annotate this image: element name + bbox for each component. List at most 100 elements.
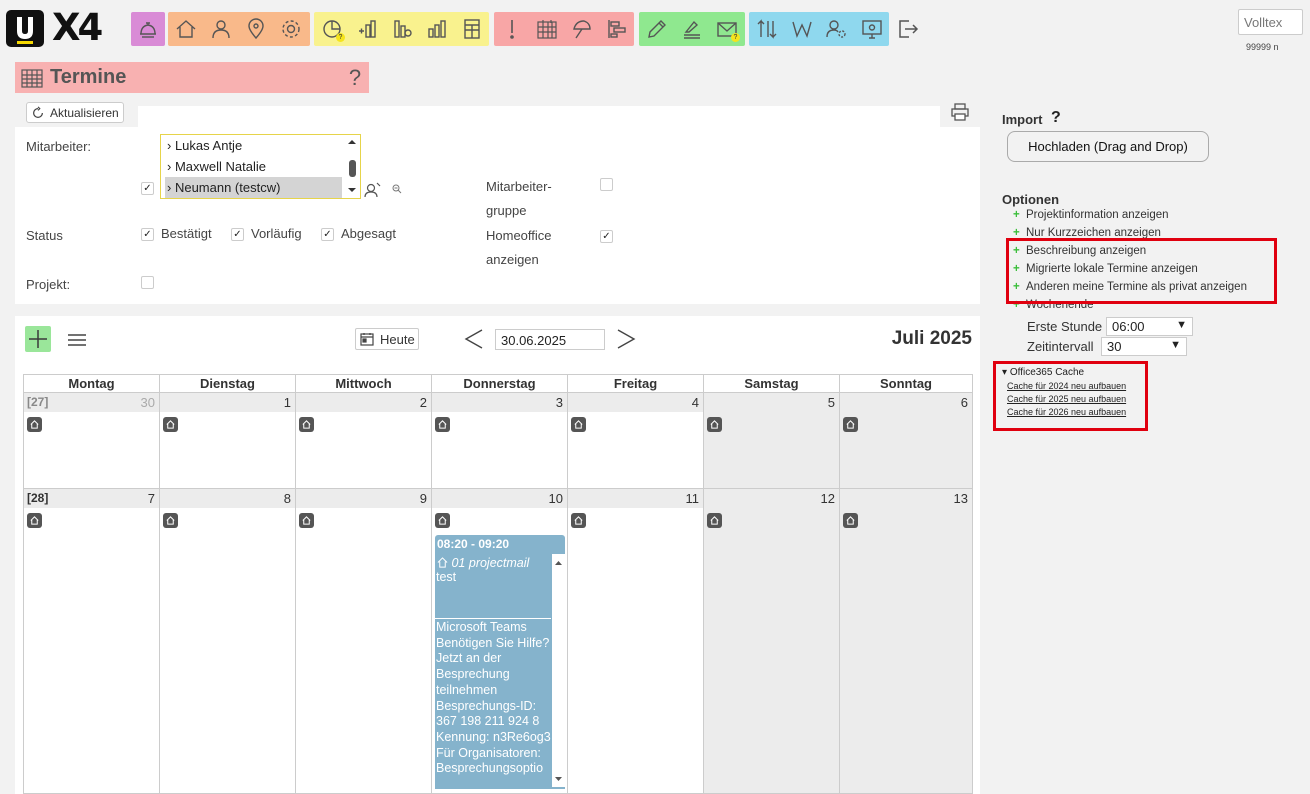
bar-chart-icon[interactable] [419, 12, 454, 46]
pencil-icon[interactable] [639, 12, 674, 46]
option-project-info[interactable]: + Projektinformation anzeigen [1013, 209, 1169, 221]
homeoffice-icon[interactable] [571, 417, 586, 432]
add-appointment-button[interactable] [25, 326, 51, 352]
day-number[interactable]: 4 [692, 395, 699, 410]
toolbar-group-time [494, 12, 634, 46]
pie-chart-icon[interactable]: ? [314, 12, 349, 46]
umbrella-icon[interactable] [564, 12, 599, 46]
interval-select[interactable]: 30 ▼ [1101, 337, 1187, 356]
print-icon[interactable] [950, 103, 970, 121]
calendar-grid-icon[interactable] [529, 12, 564, 46]
day-number[interactable]: 1 [284, 395, 291, 410]
day-cell[interactable]: 11 [568, 489, 704, 794]
week-number[interactable]: [27] [27, 395, 48, 409]
homeoffice-icon[interactable] [843, 417, 858, 432]
exclamation-icon[interactable] [494, 12, 529, 46]
event-scrollbar[interactable] [552, 554, 565, 787]
employee-listbox[interactable]: › Lukas Antje › Maxwell Natalie › Neuman… [160, 134, 361, 199]
gantt-icon[interactable] [599, 12, 634, 46]
homeoffice-icon[interactable] [299, 417, 314, 432]
signature-icon[interactable] [674, 12, 709, 46]
day-cell[interactable]: 4 [568, 393, 704, 489]
next-arrow-icon[interactable] [614, 328, 638, 350]
first-hour-select[interactable]: 06:00 ▼ [1106, 317, 1193, 336]
mail-icon[interactable]: ? [709, 12, 744, 46]
day-number[interactable]: 12 [821, 491, 835, 506]
homeoffice-icon[interactable] [435, 417, 450, 432]
day-number[interactable]: 10 [549, 491, 563, 506]
homeoffice-icon[interactable] [843, 513, 858, 528]
homeoffice-icon[interactable] [163, 513, 178, 528]
sort-arrows-icon[interactable] [749, 12, 784, 46]
homeoffice-icon[interactable] [27, 417, 42, 432]
day-cell[interactable]: 1 [160, 393, 296, 489]
day-cell[interactable]: [27] 30 [24, 393, 160, 489]
spreadsheet-icon[interactable] [454, 12, 489, 46]
monitor-icon[interactable] [854, 12, 889, 46]
person-icon[interactable] [203, 12, 238, 46]
appointment-event[interactable]: 08:20 - 09:20 01 projectmail test Micros… [435, 535, 565, 789]
status-confirmed-checkbox[interactable] [141, 228, 154, 241]
import-help-icon[interactable]: ? [1051, 109, 1061, 127]
options-title: Optionen [1002, 192, 1060, 207]
day-number[interactable]: 8 [284, 491, 291, 506]
location-pin-icon[interactable] [238, 12, 273, 46]
highlight-box-options [1006, 238, 1277, 304]
day-number[interactable]: 7 [148, 491, 155, 506]
listbox-scrollbar[interactable] [345, 136, 359, 197]
day-cell[interactable]: 9 [296, 489, 432, 794]
zoom-out-icon[interactable] [392, 184, 402, 194]
upload-button[interactable]: Hochladen (Drag and Drop) [1007, 131, 1209, 162]
day-cell-weekend[interactable]: 13 [840, 489, 973, 794]
day-cell-weekend[interactable]: 6 [840, 393, 973, 489]
day-number[interactable]: 30 [141, 395, 155, 410]
menu-hamburger-icon[interactable] [66, 332, 88, 348]
date-input[interactable]: 30.06.2025 [495, 329, 605, 350]
homeoffice-icon[interactable] [163, 417, 178, 432]
coin-minus-icon[interactable] [384, 12, 419, 46]
today-button[interactable]: Heute [355, 328, 419, 350]
app-logo-u[interactable] [6, 10, 44, 47]
project-checkbox[interactable] [141, 276, 154, 289]
day-number[interactable]: 3 [556, 395, 563, 410]
refresh-button[interactable]: Aktualisieren [26, 102, 124, 123]
homeoffice-icon[interactable] [435, 513, 450, 528]
day-cell[interactable]: 8 [160, 489, 296, 794]
employee-item[interactable]: › Lukas Antje [161, 135, 360, 156]
status-cancelled-checkbox[interactable] [321, 228, 334, 241]
day-cell[interactable]: [28] 7 [24, 489, 160, 794]
homeoffice-icon[interactable] [27, 513, 42, 528]
homeoffice-icon[interactable] [707, 513, 722, 528]
day-number[interactable]: 6 [961, 395, 968, 410]
logout-icon[interactable] [892, 12, 924, 46]
day-cell-weekend[interactable]: 5 [704, 393, 840, 489]
day-cell-weekend[interactable]: 12 [704, 489, 840, 794]
word-w-icon[interactable] [784, 12, 819, 46]
home-icon[interactable] [168, 12, 203, 46]
employee-item-selected[interactable]: › Neumann (testcw) [165, 177, 342, 198]
homeoffice-icon[interactable] [571, 513, 586, 528]
help-icon[interactable]: ? [341, 65, 369, 91]
fulltext-search-input[interactable]: Volltex [1238, 9, 1303, 35]
person-picker-icon[interactable] [364, 181, 381, 198]
employee-all-checkbox[interactable] [141, 182, 154, 195]
settings-gear-icon[interactable] [273, 12, 308, 46]
coin-stack-icon[interactable] [349, 12, 384, 46]
homeoffice-icon[interactable] [707, 417, 722, 432]
employee-item[interactable]: › Maxwell Natalie [161, 156, 360, 177]
day-cell[interactable]: 2 [296, 393, 432, 489]
day-cell[interactable]: 3 [432, 393, 568, 489]
previous-arrow-icon[interactable] [462, 328, 486, 350]
day-number[interactable]: 9 [420, 491, 427, 506]
employee-group-checkbox[interactable] [600, 178, 613, 191]
day-number[interactable]: 13 [954, 491, 968, 506]
day-number[interactable]: 2 [420, 395, 427, 410]
homeoffice-icon[interactable] [299, 513, 314, 528]
homeoffice-checkbox[interactable] [600, 230, 613, 243]
status-preliminary-checkbox[interactable] [231, 228, 244, 241]
bell-icon[interactable] [131, 12, 165, 46]
day-number[interactable]: 11 [686, 491, 700, 506]
user-settings-icon[interactable] [819, 12, 854, 46]
week-number[interactable]: [28] [27, 491, 48, 505]
day-number[interactable]: 5 [828, 395, 835, 410]
